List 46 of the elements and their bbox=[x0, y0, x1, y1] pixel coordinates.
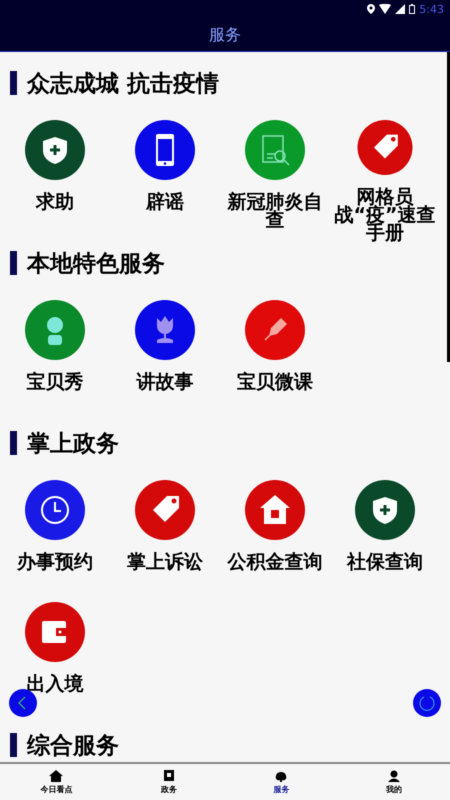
nav-tab[interactable]: 我的 bbox=[338, 764, 450, 800]
section-marker bbox=[10, 733, 17, 757]
service-label[interactable]: 宝贝秀 bbox=[3, 373, 107, 391]
service-label[interactable]: 求助 bbox=[3, 193, 107, 211]
location-icon bbox=[367, 4, 376, 14]
flower-icon[interactable] bbox=[135, 300, 195, 360]
service-label[interactable]: 网格员战“疫”速查手册 bbox=[333, 188, 437, 242]
service-label[interactable]: 社保查询 bbox=[333, 553, 437, 571]
section-title: 综合服务 bbox=[27, 732, 119, 760]
page-title: 服务 bbox=[208, 24, 242, 46]
tag-icon[interactable] bbox=[135, 480, 195, 540]
shield-icon[interactable] bbox=[355, 480, 415, 540]
refresh-button[interactable] bbox=[412, 688, 442, 718]
phone-icon[interactable] bbox=[135, 120, 195, 180]
section-marker bbox=[10, 71, 17, 95]
section-title: 本地特色服务 bbox=[27, 250, 165, 278]
service-label[interactable]: 掌上诉讼 bbox=[113, 553, 217, 571]
person-icon bbox=[386, 770, 401, 782]
wallet-icon[interactable] bbox=[25, 602, 85, 662]
pen-icon[interactable] bbox=[245, 300, 305, 360]
tag-icon[interactable] bbox=[355, 120, 415, 175]
service-label[interactable]: 辟谣 bbox=[113, 193, 217, 211]
service-label[interactable]: 宝贝微课 bbox=[223, 373, 327, 391]
service-label[interactable]: 出入境 bbox=[3, 675, 107, 693]
nav-tab[interactable]: 服务 bbox=[225, 764, 338, 800]
battery-icon bbox=[409, 4, 416, 14]
status-time: 5:43 bbox=[419, 2, 444, 16]
shield-icon[interactable] bbox=[25, 120, 85, 180]
clock-icon[interactable] bbox=[25, 480, 85, 540]
section-title: 掌上政务 bbox=[27, 430, 119, 458]
signal-icon bbox=[395, 4, 406, 14]
wifi-icon bbox=[379, 4, 392, 14]
search-doc-icon[interactable] bbox=[245, 120, 305, 180]
service-label[interactable]: 办事预约 bbox=[3, 553, 107, 571]
person-icon[interactable] bbox=[25, 300, 85, 360]
nav-tab[interactable]: 政务 bbox=[112, 764, 225, 800]
nav-tab[interactable]: 今日看点 bbox=[0, 764, 112, 800]
square-icon bbox=[162, 770, 176, 782]
service-label[interactable]: 公积金查询 bbox=[223, 553, 327, 571]
home-icon bbox=[49, 770, 64, 782]
section-marker bbox=[10, 251, 17, 275]
section-marker bbox=[10, 431, 17, 455]
section-title: 众志成城 抗击疫情 bbox=[27, 70, 220, 98]
service-label[interactable]: 新冠肺炎自查 bbox=[223, 193, 327, 229]
house-icon[interactable] bbox=[245, 480, 305, 540]
service-label[interactable]: 讲故事 bbox=[113, 373, 217, 391]
